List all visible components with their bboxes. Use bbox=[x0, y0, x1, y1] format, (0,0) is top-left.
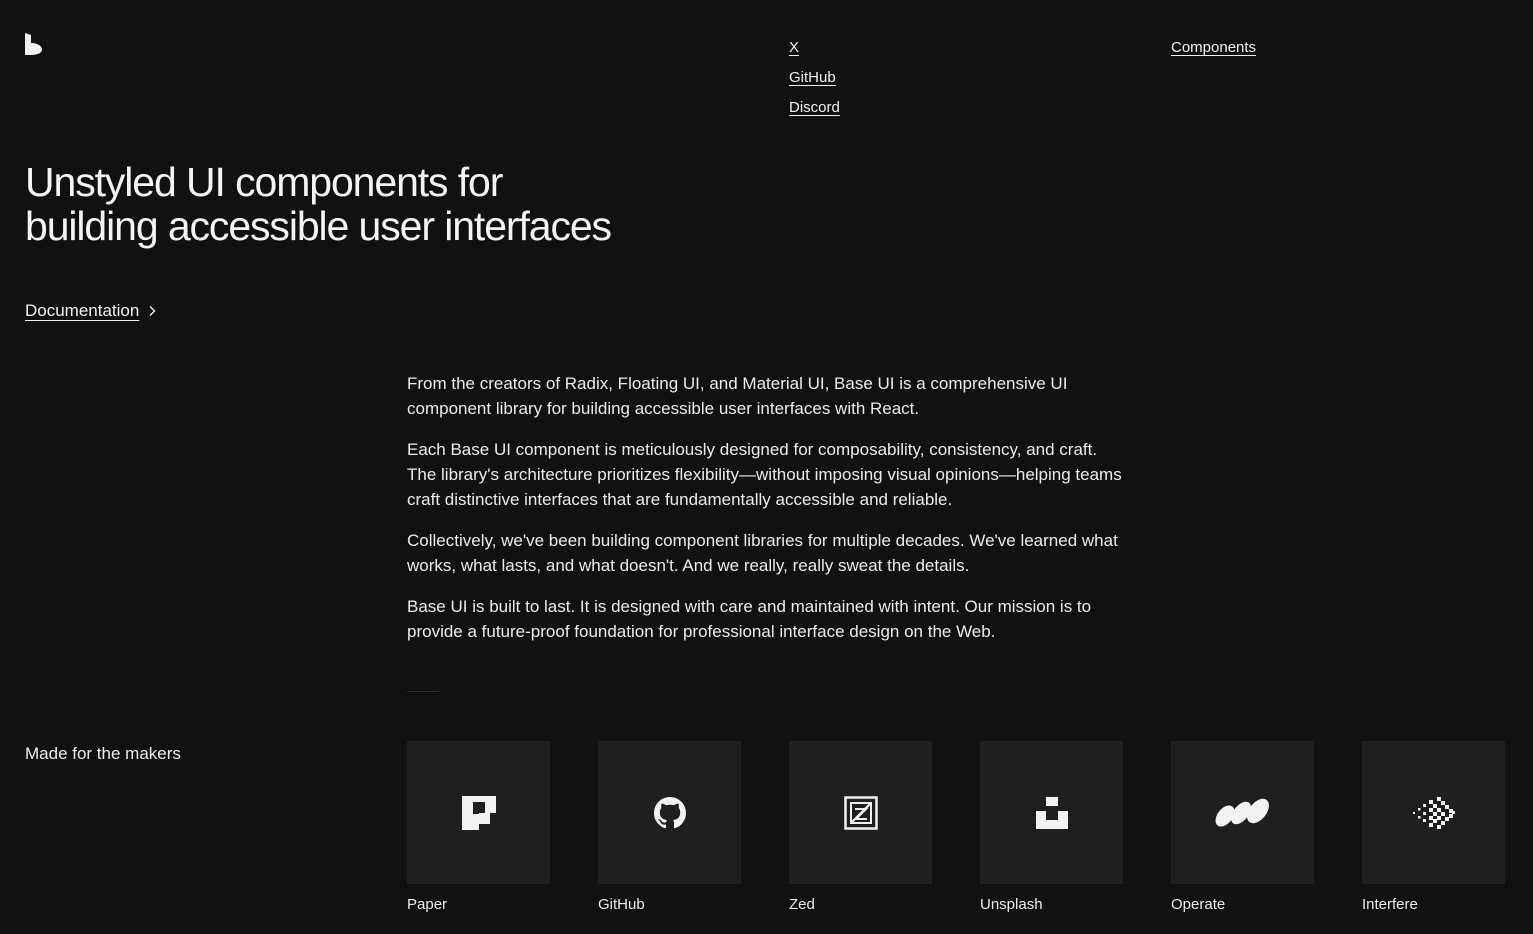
makers-grid: Paper GitHub Zed Unsplash Operate Interf… bbox=[407, 741, 1505, 917]
maker-tile bbox=[980, 741, 1123, 884]
hero-title-line-1: Unstyled UI components for bbox=[25, 159, 503, 205]
unsplash-logo-icon bbox=[1035, 796, 1068, 829]
hero-title: Unstyled UI components for building acce… bbox=[25, 160, 745, 248]
maker-card-unsplash[interactable]: Unsplash bbox=[980, 741, 1123, 917]
maker-tile bbox=[598, 741, 741, 884]
maker-card-operate[interactable]: Operate bbox=[1171, 741, 1314, 917]
maker-name: Paper bbox=[407, 896, 448, 913]
maker-name: Unsplash bbox=[980, 896, 1043, 913]
maker-tile bbox=[789, 741, 932, 884]
maker-name: Zed bbox=[789, 896, 815, 913]
nav-link-discord[interactable]: Discord bbox=[789, 93, 840, 123]
intro-paragraph: Collectively, we've been building compon… bbox=[407, 531, 1118, 575]
maker-tile bbox=[407, 741, 550, 884]
maker-tile bbox=[1171, 741, 1314, 884]
intro-paragraph: From the creators of Radix, Floating UI,… bbox=[407, 374, 1068, 418]
intro-paragraph: Each Base UI component is meticulously d… bbox=[407, 440, 1122, 509]
hero-title-line-2: building accessible user interfaces bbox=[25, 203, 612, 249]
intro-paragraph: Base UI is built to last. It is designed… bbox=[407, 597, 1092, 641]
section-divider bbox=[407, 691, 439, 692]
github-logo-icon bbox=[653, 796, 686, 828]
interfere-logo-icon bbox=[1412, 796, 1455, 829]
documentation-link[interactable]: Documentation bbox=[25, 298, 157, 324]
nav-link-github[interactable]: GitHub bbox=[789, 63, 840, 93]
base-ui-logo-icon[interactable] bbox=[25, 33, 43, 55]
nav-link-x[interactable]: X bbox=[789, 33, 840, 63]
documentation-link-label: Documentation bbox=[25, 301, 140, 320]
zed-logo-icon bbox=[843, 795, 878, 830]
maker-name: Interfere bbox=[1362, 896, 1418, 913]
makers-heading: Made for the makers bbox=[25, 744, 181, 763]
paper-logo-icon bbox=[461, 795, 496, 830]
page: X GitHub Discord Components Unstyled UI … bbox=[0, 0, 1533, 934]
maker-tile bbox=[1362, 741, 1505, 884]
maker-name: GitHub bbox=[598, 896, 645, 913]
maker-card-paper[interactable]: Paper bbox=[407, 741, 550, 917]
maker-card-zed[interactable]: Zed bbox=[789, 741, 932, 917]
chevron-right-icon bbox=[149, 306, 156, 316]
operate-logo-icon bbox=[1215, 798, 1269, 827]
intro-section: From the creators of Radix, Floating UI,… bbox=[407, 371, 1127, 660]
maker-card-github[interactable]: GitHub bbox=[598, 741, 741, 917]
maker-name: Operate bbox=[1171, 896, 1226, 913]
social-nav: X GitHub Discord bbox=[789, 33, 840, 123]
nav-link-components[interactable]: Components bbox=[1171, 33, 1256, 63]
maker-card-interfere[interactable]: Interfere bbox=[1362, 741, 1505, 917]
